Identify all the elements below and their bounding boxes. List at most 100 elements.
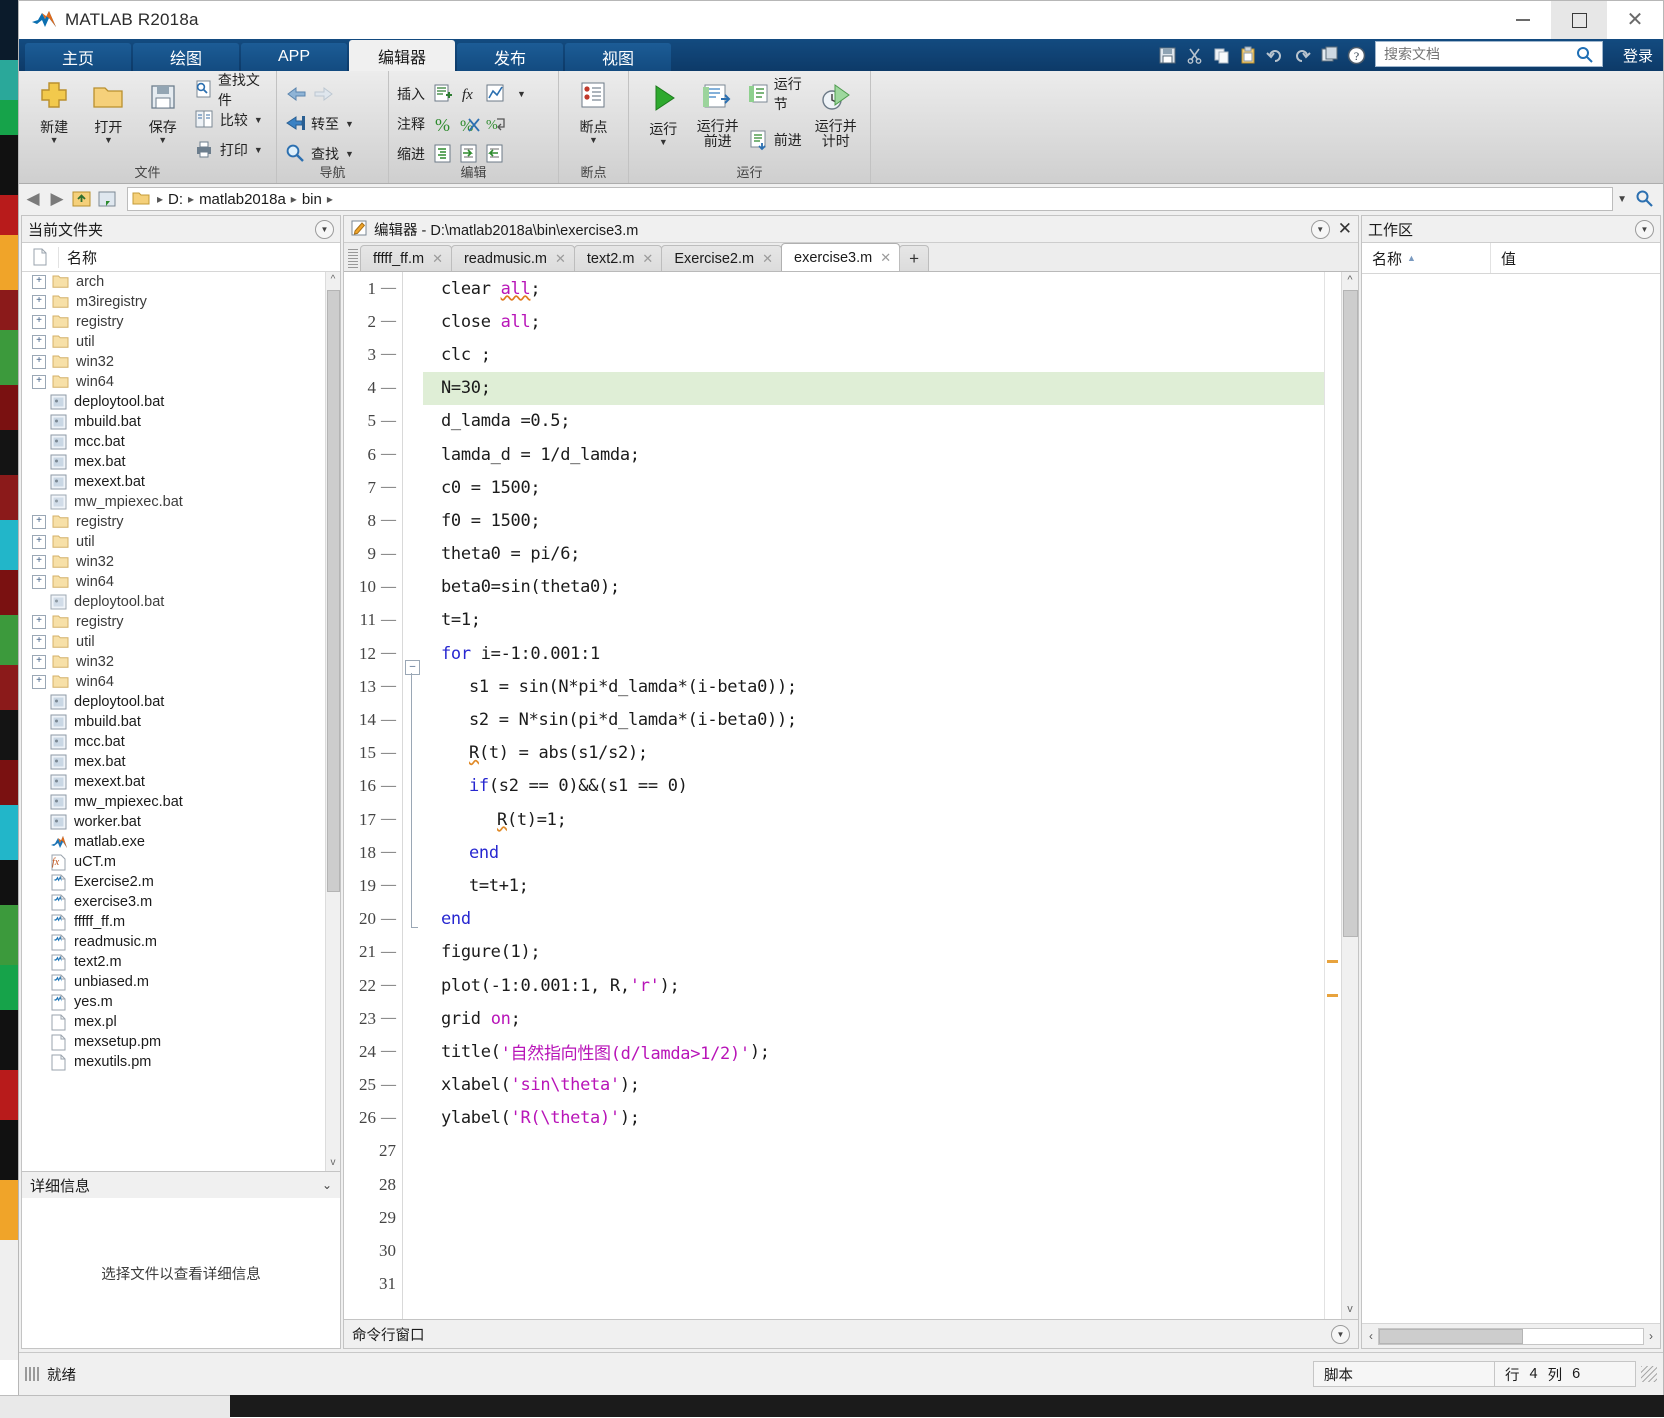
code-line[interactable]: if (s2 == 0)&&(s1 == 0) (423, 770, 1324, 803)
file-tree-item[interactable]: + win64 (22, 572, 340, 592)
back-arrow-icon[interactable]: ◀ (23, 189, 43, 209)
run-button[interactable]: 运行 ▼ (637, 77, 690, 147)
code-line[interactable]: end (423, 903, 1324, 936)
new-button[interactable]: 新建 ▼ (27, 75, 81, 145)
executable-line-marker[interactable]: — (381, 579, 396, 596)
code-line[interactable]: t=1; (423, 604, 1324, 637)
ribbon-tab-publish[interactable]: 发布 (457, 43, 563, 71)
analyzer-marker[interactable] (1327, 960, 1338, 963)
editor-vertical-scrollbar[interactable]: ^ v (1341, 272, 1358, 1319)
expand-toggle-icon[interactable]: + (32, 575, 46, 589)
file-tree-item[interactable]: text2.m (22, 952, 340, 972)
search-magnifier-icon[interactable] (1635, 189, 1653, 210)
code-line[interactable]: N=30; (423, 371, 1324, 405)
code-line[interactable]: c0 = 1500; (423, 471, 1324, 504)
file-tree-scroll-thumb[interactable] (327, 290, 340, 892)
code-line[interactable] (423, 1201, 1324, 1234)
forward-arrow-icon[interactable] (311, 83, 333, 105)
chevron-down-icon[interactable]: ▼ (158, 136, 167, 145)
code-line[interactable]: plot(-1:0.001:1, R,'r'); (423, 969, 1324, 1002)
cut-icon[interactable] (1182, 43, 1206, 67)
editor-scroll-thumb[interactable] (1343, 290, 1358, 937)
run-section-button[interactable]: 运行节 (748, 76, 808, 112)
chevron-down-icon[interactable]: ▼ (104, 136, 113, 145)
file-tree-item[interactable]: + registry (22, 312, 340, 332)
executable-line-marker[interactable]: — (381, 413, 396, 430)
scroll-right-icon[interactable]: › (1644, 1329, 1658, 1343)
editor-tab-Exercise2[interactable]: Exercise2.m ✕ (661, 245, 783, 271)
file-tree-item[interactable]: mex.pl (22, 1012, 340, 1032)
file-tree-item[interactable]: + arch (22, 272, 340, 292)
uncomment-icon[interactable]: % (459, 113, 481, 135)
executable-line-marker[interactable]: — (381, 977, 396, 994)
breadcrumb-item-matlab2018a[interactable]: matlab2018a (196, 191, 289, 208)
panel-menu-icon[interactable]: ▼ (1331, 1324, 1350, 1344)
executable-line-marker[interactable]: — (381, 911, 396, 928)
file-tree-item[interactable]: + win64 (22, 672, 340, 692)
paste-icon[interactable] (1236, 43, 1260, 67)
editor-body[interactable]: 1— 2— 3— 4— 5— 6— 7— 8— 9— 10— 11— 12— 13— 14— 15— 16— 1… (344, 272, 1358, 1319)
scroll-up-icon[interactable]: ^ (328, 274, 338, 286)
file-tree-item[interactable]: + win32 (22, 352, 340, 372)
executable-line-marker[interactable]: — (381, 512, 396, 529)
goto-button[interactable]: 转至 ▼ (285, 109, 354, 139)
new-tab-button[interactable]: + (899, 245, 930, 271)
code-fold-column[interactable]: – (403, 272, 423, 1319)
file-tree-item[interactable]: yes.m (22, 992, 340, 1012)
close-button[interactable]: ✕ (1607, 1, 1663, 39)
code-line[interactable] (423, 1268, 1324, 1301)
print-button[interactable]: 打印 ▼ (194, 135, 268, 165)
executable-line-marker[interactable]: — (381, 479, 396, 496)
file-tree-item[interactable]: exercise3.m (22, 892, 340, 912)
copy-icon[interactable] (1209, 43, 1233, 67)
run-advance-button[interactable]: 运行并 前进 (690, 77, 746, 149)
code-line[interactable]: clc ; (423, 338, 1324, 371)
file-tree-item[interactable]: worker.bat (22, 812, 340, 832)
code-line[interactable] (423, 1135, 1324, 1168)
file-tree-item[interactable]: + util (22, 332, 340, 352)
code-line[interactable]: ylabel('R(\theta)'); (423, 1102, 1324, 1135)
executable-line-marker[interactable]: — (381, 877, 396, 894)
chevron-down-icon[interactable]: ▼ (517, 89, 526, 99)
forward-arrow-icon[interactable]: ▶ (47, 189, 67, 209)
workspace-horizontal-scrollbar[interactable]: ‹ › (1362, 1323, 1660, 1348)
expand-toggle-icon[interactable]: + (32, 355, 46, 369)
expand-toggle-icon[interactable]: + (32, 615, 46, 629)
analyzer-marker[interactable] (1327, 994, 1338, 997)
code-line[interactable]: title('自然指向性图(d/lamda>1/2)'); (423, 1035, 1324, 1068)
code-line[interactable] (423, 1234, 1324, 1267)
close-icon[interactable]: ✕ (880, 250, 891, 266)
tab-bar-grip[interactable] (348, 249, 358, 269)
ribbon-tab-view[interactable]: 视图 (565, 43, 671, 71)
file-tree-item[interactable]: readmusic.m (22, 932, 340, 952)
insert-function-icon[interactable]: fx (459, 83, 481, 105)
code-line[interactable]: figure(1); (423, 936, 1324, 969)
window-resize-grip[interactable] (1641, 1366, 1657, 1382)
chevron-down-icon[interactable]: ▼ (50, 136, 59, 145)
executable-line-marker[interactable]: — (381, 811, 396, 828)
executable-line-marker[interactable]: — (381, 844, 396, 861)
editor-tab-exercise3[interactable]: exercise3.m ✕ (781, 243, 901, 271)
comment-percent-icon[interactable]: % (433, 113, 455, 135)
file-tree-item[interactable]: mw_mpiexec.bat (22, 492, 340, 512)
executable-line-marker[interactable]: — (381, 1043, 396, 1060)
executable-line-marker[interactable]: — (381, 778, 396, 795)
help-icon[interactable]: ? (1344, 43, 1368, 67)
documentation-search-box[interactable] (1375, 41, 1603, 67)
path-breadcrumb-box[interactable]: ▸ D: ▸ matlab2018a ▸ bin ▸ (127, 187, 1614, 211)
code-line[interactable]: close all; (423, 305, 1324, 338)
workspace-scroll-track[interactable] (1378, 1327, 1644, 1345)
compare-button[interactable]: 比较 ▼ (194, 105, 268, 135)
close-icon[interactable]: ✕ (555, 251, 566, 267)
panel-menu-icon[interactable]: ▼ (315, 219, 334, 239)
code-line[interactable]: end (423, 836, 1324, 869)
file-tree-item[interactable]: mexext.bat (22, 772, 340, 792)
file-tree-item[interactable]: + util (22, 632, 340, 652)
executable-line-marker[interactable]: — (381, 346, 396, 363)
ribbon-tab-plots[interactable]: 绘图 (133, 43, 239, 71)
close-icon[interactable]: ✕ (432, 251, 443, 267)
file-tree-item[interactable]: mexutils.pm (22, 1052, 340, 1072)
code-line[interactable]: s2 = N*sin(pi*d_lamda*(i-beta0)); (423, 703, 1324, 736)
open-button[interactable]: 打开 ▼ (81, 75, 135, 145)
close-icon[interactable]: ✕ (642, 251, 653, 267)
